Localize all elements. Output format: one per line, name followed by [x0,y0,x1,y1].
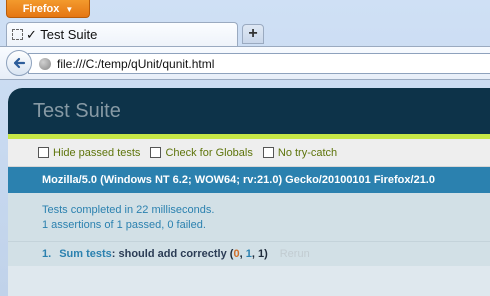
globe-icon [39,57,51,70]
address-text: file:///C:/temp/qUnit/qunit.html [57,56,215,71]
tab-title: ✓ Test Suite [26,26,98,42]
tab-test-suite[interactable]: ✓ Test Suite [6,22,238,46]
back-button[interactable] [6,50,32,76]
tab-bar: ✓ Test Suite + [0,20,490,46]
page-content: Test Suite Hide passed tests Check for G… [8,88,490,296]
new-tab-button[interactable]: + [242,24,264,44]
browser-window: Firefox ▼ ✓ Test Suite + file:///C:/temp… [0,0,490,296]
test-result-counts: 1 assertions of 1 passed, 0 failed. [42,219,206,231]
module-name: Sum tests [59,248,112,260]
no-try-catch-toggle[interactable]: No try-catch [262,146,338,159]
counts-close: ) [264,248,268,260]
test-separator: : [111,248,116,260]
test-list-item[interactable]: 1. Sum tests: should add correctly (0, 1… [8,241,490,266]
firefox-menu-button[interactable]: Firefox ▼ [6,0,90,18]
test-counts: (0, 1, 1) [230,248,268,260]
test-name: should add correctly [118,248,227,260]
navigation-toolbar: file:///C:/temp/qUnit/qunit.html [0,46,490,80]
test-number: 1. [42,248,52,260]
test-result-time: Tests completed in 22 milliseconds. [42,204,215,216]
chevron-down-icon: ▼ [65,5,74,14]
check-globals-checkbox[interactable] [150,147,162,158]
check-globals-toggle[interactable]: Check for Globals [150,146,253,159]
no-try-catch-label: No try-catch [277,146,338,159]
back-arrow-icon [13,57,26,69]
check-globals-label: Check for Globals [165,146,253,159]
qunit-toolbar: Hide passed tests Check for Globals No t… [8,139,490,167]
test-title[interactable]: Sum tests: should add correctly (0, 1, 1… [59,248,268,260]
rerun-link[interactable]: Rerun [280,248,310,260]
test-result-summary: Tests completed in 22 milliseconds. 1 as… [8,193,490,241]
hide-passed-label: Hide passed tests [53,146,141,159]
user-agent-bar: Mozilla/5.0 (Windows NT 6.2; WOW64; rv:2… [8,167,490,193]
no-try-catch-checkbox[interactable] [262,147,274,158]
hide-passed-checkbox[interactable] [38,147,49,158]
plus-icon: + [248,25,258,42]
page-title: Test Suite [8,88,490,134]
hide-passed-toggle[interactable]: Hide passed tests [38,147,140,159]
address-bar[interactable]: file:///C:/temp/qUnit/qunit.html [28,53,490,74]
firefox-menu-label: Firefox [22,2,60,15]
favicon-icon [12,29,23,40]
